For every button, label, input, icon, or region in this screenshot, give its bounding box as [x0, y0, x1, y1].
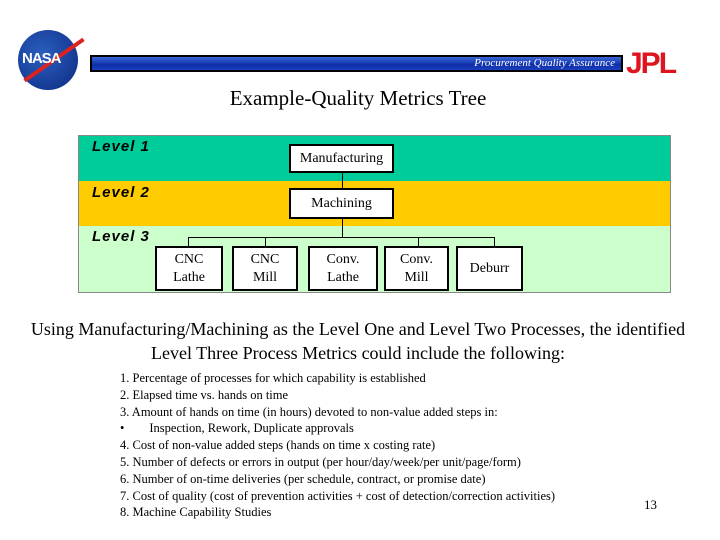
node-conv-mill: Conv. Mill: [384, 246, 449, 291]
level-3-label: Level 3: [92, 228, 150, 245]
list-item: 7. Cost of quality (cost of prevention a…: [120, 488, 556, 503]
metrics-list: 1. Percentage of processes for which cap…: [120, 370, 555, 521]
node-cnc-mill: CNC Mill: [232, 246, 298, 291]
slide-title: Example-Quality Metrics Tree: [229, 86, 487, 110]
list-item: 6. Number of on-time deliveries (per sch…: [120, 471, 486, 486]
banner-text: Procurement Quality Assurance: [474, 57, 615, 69]
node-manufacturing: Manufacturing: [289, 144, 394, 173]
list-item: 8. Machine Capability Studies: [120, 505, 272, 520]
intro-paragraph: Using Manufacturing/Machining as the Lev…: [30, 319, 686, 363]
connector-line: [494, 237, 495, 246]
nasa-logo: NASA: [18, 30, 85, 90]
node-machining: Machining: [289, 188, 394, 219]
jpl-logo: JPL: [626, 47, 677, 80]
node-conv-lathe: Conv. Lathe: [308, 246, 378, 291]
list-item: 4. Cost of non-value added steps (hands …: [120, 438, 436, 453]
header-banner: Procurement Quality Assurance: [90, 55, 623, 72]
connector-line: [418, 237, 419, 246]
list-item: 3. Amount of hands on time (in hours) de…: [120, 404, 498, 419]
connector-line: [188, 237, 189, 246]
list-item: • Inspection, Rework, Duplicate approval…: [120, 421, 354, 436]
list-item: 2. Elapsed time vs. hands on time: [120, 387, 289, 402]
metrics-tree: Level 1 Level 2 Level 3 Manufacturing Ma…: [78, 135, 671, 293]
connector-line: [188, 237, 495, 238]
level-2-label: Level 2: [92, 184, 150, 201]
level-1-label: Level 1: [92, 138, 150, 155]
list-item: 1. Percentage of processes for which cap…: [120, 371, 426, 385]
nasa-logo-text: NASA: [22, 50, 62, 67]
node-cnc-lathe: CNC Lathe: [155, 246, 223, 291]
page-number: 13: [644, 497, 657, 512]
node-deburr: Deburr: [456, 246, 523, 291]
connector-line: [265, 237, 266, 246]
list-item: 5. Number of defects or errors in output…: [120, 454, 521, 469]
